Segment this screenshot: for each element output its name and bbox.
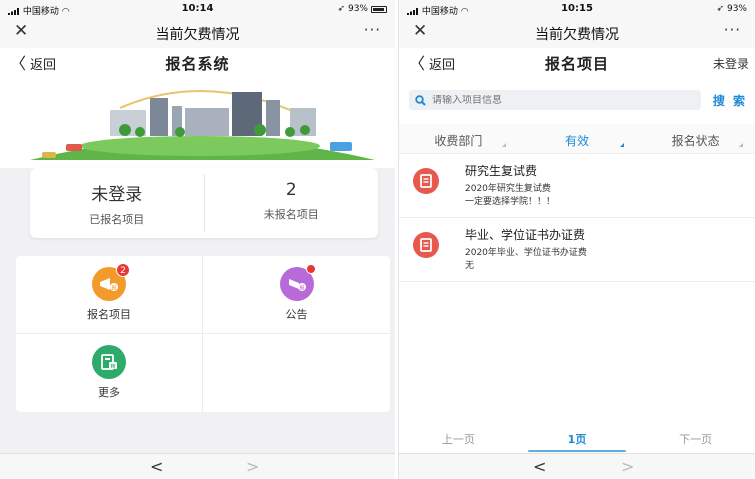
menu-item-empty [203, 334, 390, 412]
menu-item-more[interactable]: 精 更多 [16, 334, 203, 412]
browser-bottom-bar: < > [0, 453, 395, 479]
filter-status[interactable]: 报名状态 [636, 124, 755, 153]
search-button[interactable]: 搜 索 [713, 92, 747, 109]
filter-valid[interactable]: 有效 [518, 124, 637, 153]
left-screen: 中国移动 ◠ 10:14 ➶ 93% ✕ 当前欠费情况 ··· 〈 返回 报名系… [0, 0, 395, 479]
item-subtitle: 2020年研究生复试费 [465, 184, 551, 194]
project-list: 研究生复试费 2020年研究生复试费 一定要选择学院！！！ 毕业、学位证书办证费… [399, 154, 755, 282]
battery: ➶ 93% [716, 4, 747, 14]
search-box[interactable] [409, 90, 701, 110]
clock: 10:15 [561, 3, 593, 14]
project-icon [413, 232, 439, 258]
browser-back-icon[interactable]: < [533, 457, 546, 476]
menu-grid: 报 2 报名项目 报 公告 精 更多 [16, 256, 390, 412]
status-bar: 中国移动 ◠ 10:14 ➶ 93% [0, 0, 395, 18]
dropdown-triangle-icon [620, 143, 625, 147]
location-arrow-icon: ➶ [716, 4, 724, 14]
more-icon[interactable]: ··· [364, 21, 381, 39]
page-title: 报名系统 [165, 55, 230, 73]
search-icon [415, 94, 426, 106]
list-item[interactable]: 研究生复试费 2020年研究生复试费 一定要选择学院！！！ [399, 154, 755, 218]
current-page: 1页 [518, 424, 637, 452]
item-title: 毕业、学位证书办证费 [465, 228, 586, 242]
item-note: 一定要选择学院！！！ [465, 197, 556, 207]
right-screen: 中国移动 ◠ 10:15 ➶ 93% ✕ 当前欠费情况 ··· 〈 返回 报名项… [398, 0, 755, 479]
browser-forward-icon[interactable]: > [621, 457, 634, 476]
pagination: 上一页 1页 下一页 [399, 424, 755, 452]
wechat-navbar: ✕ 当前欠费情况 ··· [0, 18, 395, 48]
menu-item-projects[interactable]: 报 2 报名项目 [16, 256, 203, 334]
prev-page-button[interactable]: 上一页 [399, 424, 518, 452]
search-row: 搜 索 [399, 86, 755, 116]
notice-icon: 报 [279, 264, 316, 301]
search-input[interactable] [432, 94, 672, 106]
next-page-button[interactable]: 下一页 [636, 424, 755, 452]
item-subtitle: 2020年毕业、学位证书办证费 [465, 248, 587, 258]
battery: ➶ 93% [337, 4, 387, 14]
notification-dot [305, 264, 316, 274]
campus-illustration [0, 78, 395, 168]
login-link[interactable]: 未登录 [713, 55, 749, 72]
nav-title: 当前欠费情况 [155, 27, 240, 43]
browser-bottom-bar: < > [399, 453, 755, 479]
notification-badge: 2 [116, 263, 130, 277]
list-item[interactable]: 毕业、学位证书办证费 2020年毕业、学位证书办证费 无 [399, 218, 755, 282]
dropdown-triangle-icon [739, 143, 744, 147]
location-arrow-icon: ➶ [337, 4, 345, 14]
stats-card: 未登录 已报名项目 2 未报名项目 [30, 168, 378, 238]
menu-item-notices[interactable]: 报 公告 [203, 256, 390, 334]
item-title: 研究生复试费 [465, 164, 538, 178]
browser-back-icon[interactable]: < [150, 457, 163, 476]
page-title: 报名项目 [544, 55, 609, 73]
app-header: 〈 返回 报名项目 未登录 [399, 48, 755, 78]
more-icon[interactable]: ··· [724, 21, 741, 39]
wechat-navbar: ✕ 当前欠费情况 ··· [399, 18, 755, 48]
clock: 10:14 [181, 3, 214, 14]
dropdown-triangle-icon [501, 143, 506, 147]
nav-title: 当前欠费情况 [535, 27, 619, 43]
item-note: 无 [465, 261, 475, 271]
stat-registered[interactable]: 未登录 已报名项目 [30, 168, 204, 238]
svg-text:报: 报 [299, 285, 304, 292]
svg-text:报: 报 [111, 285, 116, 292]
more-apps-icon: 精 [92, 345, 126, 379]
filter-department[interactable]: 收费部门 [399, 124, 518, 153]
filter-bar: 收费部门 有效 报名状态 [399, 124, 755, 154]
svg-text:精: 精 [110, 363, 115, 370]
battery-icon [371, 5, 387, 13]
status-bar: 中国移动 ◠ 10:15 ➶ 93% [399, 0, 755, 18]
stat-unregistered[interactable]: 2 未报名项目 [203, 174, 379, 232]
project-icon [413, 168, 439, 194]
app-header: 〈 返回 报名系统 [0, 48, 395, 78]
campus-banner [0, 78, 395, 168]
browser-forward-icon[interactable]: > [246, 457, 259, 476]
megaphone-icon: 报 2 [92, 263, 130, 301]
